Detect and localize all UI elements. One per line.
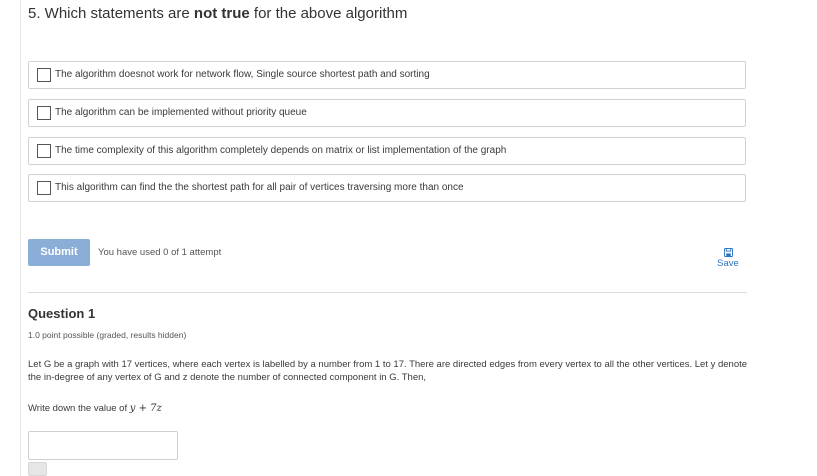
option-4-label: This algorithm can find the the shortest… xyxy=(55,182,464,193)
option-2-checkbox[interactable] xyxy=(37,106,51,120)
save-label: Save xyxy=(717,258,739,269)
option-1[interactable]: The algorithm doesnot work for network f… xyxy=(28,61,746,89)
attempts-text: You have used 0 of 1 attempt xyxy=(98,247,222,258)
submit-button[interactable]: Submit xyxy=(28,239,90,266)
question-1-prompt: Write down the value of y + 7z xyxy=(28,403,162,414)
option-4[interactable]: This algorithm can find the the shortest… xyxy=(28,174,746,202)
floppy-disk-icon xyxy=(723,248,733,257)
option-3-label: The time complexity of this algorithm co… xyxy=(55,145,507,156)
question-1-submit-button[interactable] xyxy=(28,462,47,476)
question-1-prompt-text: Write down the value of xyxy=(28,403,130,414)
option-2-label: The algorithm can be implemented without… xyxy=(55,107,307,118)
content-left-border xyxy=(20,0,21,476)
question-1-body: Let G be a graph with 17 vertices, where… xyxy=(28,359,748,383)
save-button[interactable]: Save xyxy=(712,248,744,269)
question-5-title-prefix: 5. Which statements are xyxy=(28,5,194,22)
option-1-label: The algorithm doesnot work for network f… xyxy=(55,69,430,80)
option-3[interactable]: The time complexity of this algorithm co… xyxy=(28,137,746,165)
option-3-checkbox[interactable] xyxy=(37,144,51,158)
question-1-title: Question 1 xyxy=(28,306,96,321)
option-2[interactable]: The algorithm can be implemented without… xyxy=(28,99,746,127)
option-4-checkbox[interactable] xyxy=(37,181,51,195)
section-divider xyxy=(28,292,747,293)
question-5-title-suffix: for the above algorithm xyxy=(249,5,408,22)
question-1-math-expression: y + 7z xyxy=(129,403,162,414)
question-5-title-emphasis: not true xyxy=(193,5,250,22)
option-1-checkbox[interactable] xyxy=(37,68,51,82)
answer-input[interactable] xyxy=(28,431,178,460)
question-5-title: 5. Which statements are not true for the… xyxy=(28,5,407,22)
question-1-points: 1.0 point possible (graded, results hidd… xyxy=(28,330,187,340)
